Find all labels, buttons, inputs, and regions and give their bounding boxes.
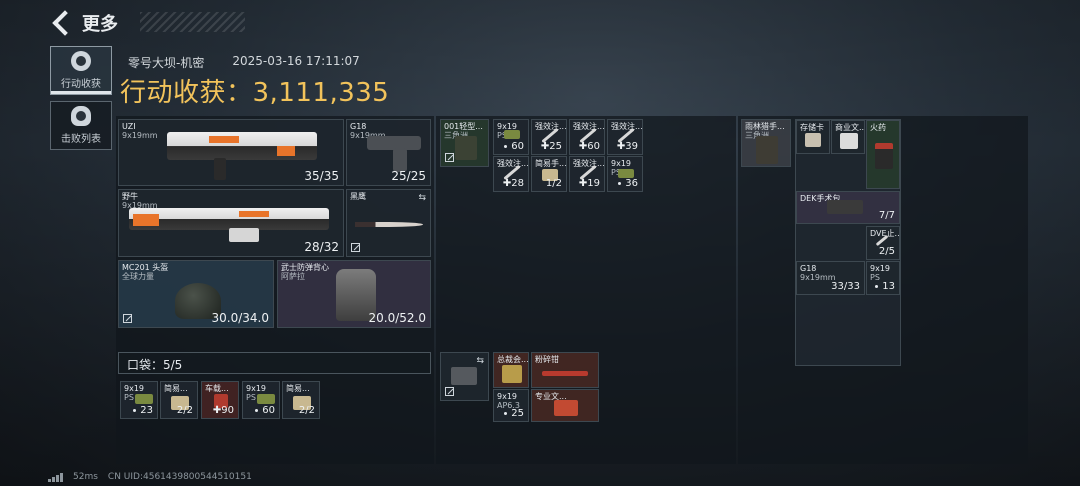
ammo-box-icon	[504, 130, 520, 139]
rig-item[interactable]: 强效注... ✚39	[607, 119, 643, 155]
weapon-ammo: 28/32	[304, 240, 339, 254]
backpack-slot[interactable]: ⇆	[440, 352, 489, 401]
bag-item[interactable]: 9x19 AP6.3 25	[493, 389, 529, 422]
rig-item[interactable]: 强效注... ✚60	[569, 119, 605, 155]
lock-icon	[445, 153, 454, 162]
surgery-kit-icon	[827, 200, 863, 214]
helmet-sub: 全球力量	[122, 272, 154, 281]
pocket-item[interactable]: 车载... ✚90	[201, 381, 239, 419]
pocket-label: 口袋：5/5	[127, 358, 183, 372]
bag-item[interactable]: DEK手术包 7/7	[796, 191, 900, 224]
weapon-ammo: 35/35	[304, 169, 339, 183]
backpack-icon	[756, 136, 778, 164]
rig-item[interactable]: 9x19 PS 60	[493, 119, 529, 155]
document-icon	[840, 133, 858, 149]
harvest-value: 3,111,335	[252, 78, 390, 108]
document-icon	[554, 400, 578, 416]
uzi-icon	[167, 132, 317, 160]
harvest-label: 行动收获：	[120, 78, 253, 108]
memory-card-icon	[805, 133, 821, 147]
melee-slot[interactable]: 黑鹰 ⇆	[346, 189, 431, 257]
status-footer: 52ms CN UID:4561439800544510151	[48, 472, 252, 482]
pocket-header: 口袋：5/5	[118, 352, 431, 374]
bag-item[interactable]: 总裁会...	[493, 352, 529, 388]
primary2-weapon-slot[interactable]: 野牛 9x19mm 28/32	[118, 189, 344, 257]
lock-icon	[351, 243, 360, 252]
bag-item[interactable]: 商业文...	[831, 120, 865, 154]
pocket-item[interactable]: 简易... 2/2	[160, 381, 198, 419]
pouch-icon	[451, 367, 477, 385]
header-title: 更多	[82, 14, 118, 35]
rig-item[interactable]: 强效注... ✚25	[531, 119, 567, 155]
bag-item[interactable]: G18 9x19mm 33/33	[796, 261, 865, 295]
weapon-ammo: 25/25	[391, 169, 426, 183]
swap-icon: ⇆	[418, 193, 426, 203]
secondary-weapon-slot[interactable]: G18 9x19mm 25/25	[346, 119, 431, 186]
melee-name: 黑鹰	[350, 192, 366, 201]
bizon-icon	[129, 208, 329, 230]
primary-weapon-slot[interactable]: UZI 9x19mm 35/35	[118, 119, 344, 186]
bag-item[interactable]: DVE止... 2/5	[866, 226, 900, 260]
rig-item[interactable]: 简易手... 1/2	[531, 156, 567, 192]
rig-slot[interactable]: 001轻型... 三角洲	[440, 119, 489, 167]
knife-icon	[355, 222, 423, 227]
bolt-cutter-icon	[542, 371, 588, 376]
ping-value: 52ms	[73, 472, 98, 482]
bag-item[interactable]: 火药	[866, 120, 900, 189]
ammo-box-icon	[257, 394, 275, 404]
armor-durability: 20.0/52.0	[368, 311, 426, 325]
rig-item[interactable]: 9x19 PS 36	[607, 156, 643, 192]
pocket-item[interactable]: 9x19 PS 23	[120, 381, 158, 419]
tab-action-harvest[interactable]: 行动收获	[50, 46, 112, 95]
gunpowder-icon	[875, 143, 893, 169]
bag-item[interactable]: 存储卡	[796, 120, 830, 154]
lock-icon	[123, 314, 132, 323]
ammo-box-icon	[135, 394, 153, 404]
back-arrow-icon	[52, 10, 78, 36]
back-button[interactable]: 更多	[50, 10, 118, 36]
skull-icon	[71, 106, 91, 126]
armor-slot[interactable]: 武士防弹背心 阿萨拉 20.0/52.0	[277, 260, 431, 328]
card-icon	[502, 365, 522, 383]
helmet-slot[interactable]: MC201 头盔 全球力量 30.0/34.0	[118, 260, 274, 328]
bag-item[interactable]: 专业文...	[531, 389, 599, 422]
pocket-item[interactable]: 9x19 PS 60	[242, 381, 280, 419]
tab-kill-list[interactable]: 击败列表	[50, 101, 112, 150]
rig-item[interactable]: 强效注... ✚28	[493, 156, 529, 192]
signal-icon	[48, 472, 63, 482]
tab-label: 行动收获	[61, 79, 101, 90]
bag-item[interactable]: 9x19 PS 13	[866, 261, 900, 295]
harvest-total: 行动收获：3,111,335	[120, 72, 389, 109]
swap-icon: ⇆	[476, 356, 484, 366]
chest-rig-icon	[455, 136, 477, 160]
raid-meta: 零号大坝-机密 2025-03-16 17:11:07	[128, 54, 360, 71]
map-name: 零号大坝-机密	[128, 56, 205, 70]
bag-item[interactable]: 粉碎钳	[531, 352, 599, 388]
armor-sub: 阿萨拉	[281, 272, 305, 281]
rig-item[interactable]: 强效注... ✚19	[569, 156, 605, 192]
header-decoration	[140, 12, 245, 32]
weapon-caliber: 9x19mm	[122, 131, 158, 140]
raid-datetime: 2025-03-16 17:11:07	[232, 54, 360, 68]
pocket-item[interactable]: 简易... 2/2	[282, 381, 320, 419]
ammo-box-icon	[618, 169, 634, 178]
lock-icon	[445, 387, 454, 396]
uid-text: CN UID:4561439800544510151	[107, 472, 252, 482]
backpack-slot-right[interactable]: 雨林猎手... 三角洲	[741, 119, 791, 167]
harvest-icon	[71, 51, 91, 71]
helmet-durability: 30.0/34.0	[211, 311, 269, 325]
tab-label: 击败列表	[61, 134, 101, 145]
